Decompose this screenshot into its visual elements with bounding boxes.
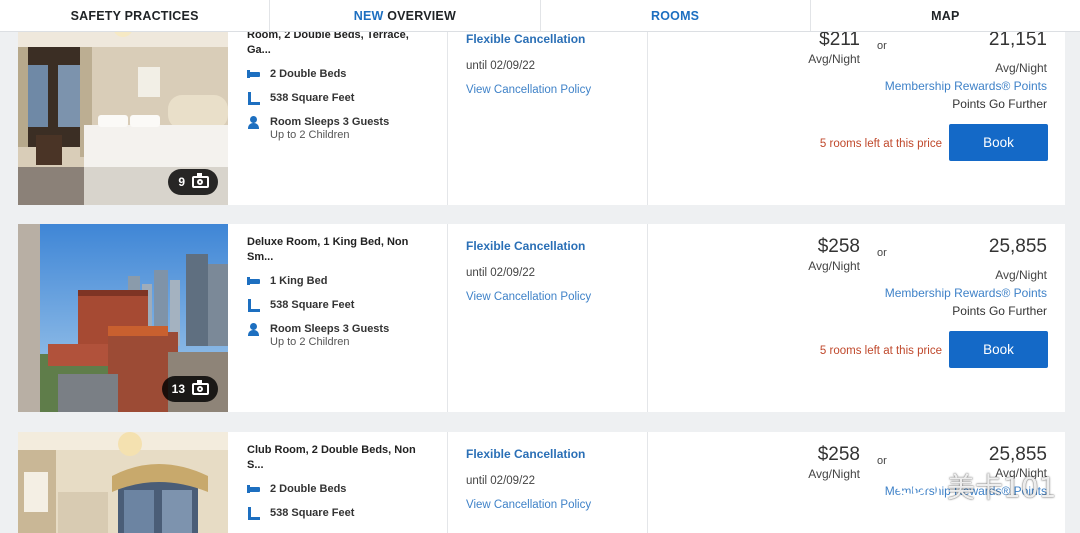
- room-sleeps-text: Room Sleeps 3 Guests: [270, 323, 390, 335]
- room-name[interactable]: Room, 2 Double Beds, Terrace, Ga...: [247, 28, 422, 58]
- room-size: 538 Square Feet: [247, 299, 447, 313]
- cash-price: $258 Avg/Night: [718, 444, 860, 481]
- bed-icon: [247, 275, 261, 289]
- points-avg-night-label: Avg/Night: [995, 268, 1047, 282]
- square-feet-icon: [247, 299, 261, 313]
- guest-icon: [247, 116, 261, 130]
- cancellation-info: Flexible Cancellation until 02/09/22 Vie…: [466, 447, 656, 511]
- points-go-further-text: Points Go Further: [952, 304, 1047, 318]
- points-amount: 25,855: [988, 444, 1047, 465]
- room-sleeps-text: Room Sleeps 3 Guests: [270, 116, 390, 128]
- price-avg-night-label: Avg/Night: [808, 52, 860, 66]
- tab-map[interactable]: MAP: [811, 0, 1080, 31]
- divider: [647, 432, 648, 533]
- cash-price: $258 Avg/Night: [718, 236, 860, 273]
- room-size: 538 Square Feet: [247, 92, 447, 106]
- new-badge: NEW: [353, 8, 384, 23]
- points-avg-night-label: Avg/Night: [995, 61, 1047, 75]
- points-go-further-text: Points Go Further: [952, 97, 1047, 111]
- cash-price: $211 Avg/Night: [718, 29, 860, 66]
- book-button[interactable]: Book: [949, 124, 1048, 161]
- divider: [447, 224, 448, 412]
- guest-icon: [247, 323, 261, 337]
- room-details: Deluxe Room, 1 King Bed, Non Sm... 1 Kin…: [247, 224, 447, 348]
- membership-rewards-link[interactable]: Membership Rewards® Points: [848, 79, 1047, 93]
- price-avg-night-label: Avg/Night: [808, 259, 860, 273]
- room-occupancy: Room Sleeps 3 Guests Up to 2 Children: [247, 116, 447, 141]
- photo-count-button[interactable]: 13: [161, 376, 218, 402]
- room-card: 9 Room, 2 Double Beds, Terrace, Ga... 2 …: [18, 17, 1065, 205]
- flexible-cancellation-label[interactable]: Flexible Cancellation: [466, 32, 656, 46]
- room-beds: 2 Double Beds: [247, 68, 447, 82]
- room-beds-text: 2 Double Beds: [270, 483, 347, 495]
- room-beds: 1 King Bed: [247, 275, 447, 289]
- room-details: Room, 2 Double Beds, Terrace, Ga... 2 Do…: [247, 17, 447, 141]
- chat-bubbles-icon: [895, 469, 940, 502]
- price-avg-night-label: Avg/Night: [808, 467, 860, 481]
- room-size: 538 Square Feet: [247, 507, 447, 521]
- rooms-left-notice: 5 rooms left at this price: [819, 138, 942, 150]
- cancellation-until-date: until 02/09/22: [466, 475, 536, 487]
- camera-icon: [192, 173, 209, 188]
- room-children-text: Up to 2 Children: [270, 336, 350, 348]
- room-beds-text: 1 King Bed: [270, 275, 328, 287]
- room-name[interactable]: Deluxe Room, 1 King Bed, Non Sm...: [247, 235, 422, 265]
- square-feet-icon: [247, 92, 261, 106]
- flexible-cancellation-label[interactable]: Flexible Cancellation: [466, 447, 656, 461]
- cancellation-info: Flexible Cancellation until 02/09/22 Vie…: [466, 239, 656, 303]
- tab-rooms[interactable]: ROOMS: [541, 0, 811, 31]
- price-amount: $211: [819, 29, 860, 50]
- tab-overview[interactable]: NEW OVERVIEW: [270, 0, 541, 31]
- tab-safety-practices[interactable]: SAFETY PRACTICES: [0, 0, 271, 31]
- divider: [647, 224, 648, 412]
- room-size-text: 538 Square Feet: [270, 299, 355, 311]
- cancellation-until-date: until 02/09/22: [466, 60, 536, 72]
- room-beds-text: 2 Double Beds: [270, 68, 347, 80]
- membership-rewards-link[interactable]: Membership Rewards® Points: [848, 286, 1047, 300]
- flexible-cancellation-label[interactable]: Flexible Cancellation: [466, 239, 656, 253]
- points-price: 21,151 Avg/Night Membership Rewards® Poi…: [848, 29, 1047, 111]
- room-photo[interactable]: 13: [18, 224, 228, 412]
- top-tab-bar: SAFETY PRACTICES NEW OVERVIEW ROOMS MAP: [0, 0, 1080, 32]
- room-photo[interactable]: [18, 432, 228, 533]
- cancellation-info: Flexible Cancellation until 02/09/22 Vie…: [466, 32, 656, 96]
- view-cancellation-policy-link[interactable]: View Cancellation Policy: [466, 499, 656, 511]
- price-amount: $258: [817, 444, 860, 465]
- camera-icon: [192, 380, 209, 395]
- room-name[interactable]: Club Room, 2 Double Beds, Non S...: [247, 443, 422, 473]
- tab-overview-label: OVERVIEW: [387, 8, 456, 23]
- square-feet-icon: [247, 507, 261, 521]
- room-card: 13 Deluxe Room, 1 King Bed, Non Sm... 1 …: [18, 224, 1065, 412]
- room-size-text: 538 Square Feet: [270, 507, 355, 519]
- points-amount: 21,151: [988, 29, 1047, 50]
- divider: [447, 432, 448, 533]
- book-button[interactable]: Book: [949, 331, 1048, 368]
- room-occupancy: Room Sleeps 3 Guests Up to 2 Children: [247, 323, 447, 348]
- bed-icon: [247, 68, 261, 82]
- cancellation-until-date: until 02/09/22: [466, 267, 536, 279]
- photo-count-button[interactable]: 9: [168, 169, 218, 195]
- bed-icon: [247, 483, 261, 497]
- room-size-text: 538 Square Feet: [270, 92, 355, 104]
- room-children-text: Up to 2 Children: [270, 129, 350, 141]
- divider: [447, 17, 448, 205]
- divider: [647, 17, 648, 205]
- photo-count: 9: [178, 175, 185, 189]
- room-beds: 2 Double Beds: [247, 483, 447, 497]
- points-price: 25,855 Avg/Night Membership Rewards® Poi…: [848, 236, 1047, 318]
- view-cancellation-policy-link[interactable]: View Cancellation Policy: [466, 84, 656, 96]
- rooms-left-notice: 5 rooms left at this price: [819, 345, 942, 357]
- points-amount: 25,855: [988, 236, 1047, 257]
- watermark: 美卡101: [895, 466, 1056, 506]
- room-details: Club Room, 2 Double Beds, Non S... 2 Dou…: [247, 432, 447, 521]
- room-photo[interactable]: 9: [18, 17, 228, 205]
- watermark-text: 美卡101: [947, 471, 1057, 504]
- price-amount: $258: [817, 236, 860, 257]
- photo-count: 13: [171, 382, 185, 396]
- view-cancellation-policy-link[interactable]: View Cancellation Policy: [466, 291, 656, 303]
